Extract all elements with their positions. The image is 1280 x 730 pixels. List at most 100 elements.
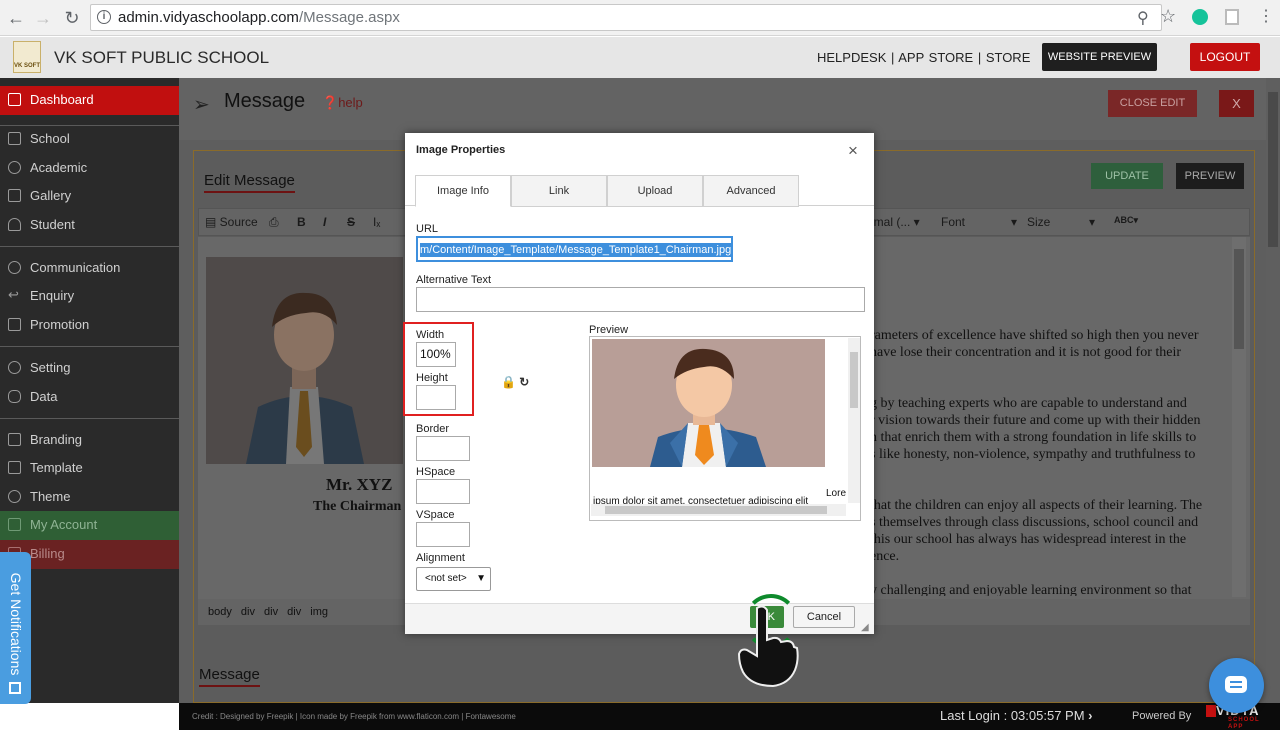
sidebar-item-enquiry[interactable]: ↩ Enquiry (0, 282, 179, 310)
border-input[interactable] (416, 436, 470, 461)
back-arrow-icon[interactable]: ← (5, 7, 27, 29)
alt-text-input[interactable] (416, 287, 865, 312)
brush-icon (8, 433, 21, 446)
sidebar-item-academic[interactable]: Academic (0, 154, 179, 182)
menu-kebab-icon[interactable]: ⋮ (1258, 6, 1274, 26)
hspace-input[interactable] (416, 479, 470, 504)
close-x-button[interactable]: X (1219, 90, 1254, 117)
tab-upload[interactable]: Upload (607, 175, 703, 207)
logout-button[interactable]: LOGOUT (1190, 43, 1260, 71)
body-line: this our school has always has widesprea… (870, 532, 1187, 547)
sidebar-item-communication[interactable]: Communication (0, 254, 179, 282)
sidebar-item-data[interactable]: Data (0, 383, 179, 411)
url-input[interactable]: m/Content/Image_Template/Message_Templat… (416, 236, 733, 262)
footer: Credit : Designed by Freepik | Icon made… (179, 703, 1280, 730)
school-icon (8, 132, 21, 145)
page-scrollbar[interactable] (1266, 78, 1280, 703)
sidebar-item-label: My Account (30, 517, 98, 532)
sidebar-item-template[interactable]: Template (0, 454, 179, 482)
edit-message-heading: Edit Message (204, 172, 295, 193)
bold-button[interactable]: B (297, 215, 306, 229)
body-line: g by teaching experts who are capable to… (870, 396, 1187, 411)
bookmark-star-icon[interactable]: ☆ (1160, 6, 1176, 27)
preview-scrollbar-h[interactable] (591, 504, 846, 516)
url-text[interactable]: admin.vidyaschoolapp.com/Message.aspx (118, 9, 400, 26)
school-logo: VK SOFT (13, 41, 41, 73)
extension-icon[interactable] (1225, 9, 1239, 25)
close-icon[interactable]: × (848, 141, 858, 161)
tab-advanced[interactable]: Advanced (703, 175, 799, 207)
page-scrollbar-thumb[interactable] (1268, 92, 1278, 247)
vspace-input[interactable] (416, 522, 470, 547)
remove-format-icon[interactable]: Iₓ (373, 215, 380, 229)
sidebar-item-promotion[interactable]: Promotion (0, 311, 179, 339)
dialog-tabs: Image Info Link Upload Advanced (405, 173, 874, 207)
body-line: s themselves through class discussions, … (870, 515, 1199, 530)
editor-scrollbar[interactable] (1232, 237, 1246, 597)
chevron-down-icon: ▼ (476, 573, 486, 584)
info-icon[interactable]: i (97, 10, 111, 24)
preview-button[interactable]: PREVIEW (1176, 163, 1244, 189)
reset-size-icon[interactable]: ↻ (519, 375, 529, 389)
image-icon (8, 189, 21, 202)
resize-handle-icon[interactable]: ◢ (861, 622, 869, 633)
preview-scrollbar-thumb[interactable] (850, 352, 858, 408)
dashboard-icon (8, 93, 21, 106)
forward-arrow-icon[interactable]: → (32, 7, 54, 29)
sidebar-item-label: Setting (30, 360, 71, 375)
close-edit-button[interactable]: CLOSE EDIT (1108, 90, 1197, 117)
alignment-label: Alignment (416, 552, 465, 564)
ratio-controls: 🔒 ↻ (501, 375, 529, 389)
tab-link[interactable]: Link (511, 175, 607, 207)
cancel-button[interactable]: Cancel (793, 606, 855, 628)
strikethrough-button[interactable]: S (347, 215, 355, 229)
font-dropdown[interactable]: Font ▾ (941, 215, 1021, 229)
italic-button[interactable]: I (323, 215, 326, 229)
student-icon (8, 218, 21, 231)
width-input[interactable]: 100% (416, 342, 456, 367)
preview-text: Lore (826, 488, 847, 499)
helpdesk-link[interactable]: HELPDESK (817, 50, 886, 65)
preview-scrollbar-thumb[interactable] (605, 506, 827, 514)
sidebar-item-school[interactable]: School (0, 125, 179, 153)
chairman-image[interactable] (206, 257, 403, 464)
lock-icon[interactable]: 🔒 (501, 375, 516, 389)
height-input[interactable] (416, 385, 456, 410)
page-title: Message (224, 90, 306, 112)
sidebar-item-setting[interactable]: Setting (0, 354, 179, 382)
store-link[interactable]: STORE (986, 50, 1031, 65)
browser-toolbar: ← → ↻ i admin.vidyaschoolapp.com/Message… (0, 0, 1280, 36)
reload-icon[interactable]: ↻ (61, 7, 83, 29)
website-preview-button[interactable]: WEBSITE PREVIEW (1042, 43, 1157, 71)
update-button[interactable]: UPDATE (1091, 163, 1163, 189)
zoom-icon[interactable]: ⚲ (1137, 8, 1149, 28)
grammarly-icon[interactable] (1192, 9, 1208, 25)
sidebar-item-student[interactable]: Student (0, 211, 179, 239)
preview-scrollbar-v[interactable] (848, 338, 860, 503)
url-host: admin.vidyaschoolapp.com (118, 9, 299, 26)
tab-image-info[interactable]: Image Info (415, 175, 511, 207)
editor-scrollbar-thumb[interactable] (1234, 249, 1244, 349)
sidebar-item-label: Template (30, 460, 83, 475)
sidebar-item-dashboard[interactable]: Dashboard (0, 86, 179, 115)
address-bar[interactable]: i admin.vidyaschoolapp.com/Message.aspx … (90, 4, 1162, 31)
get-notifications-tab[interactable]: Get Notifications (0, 552, 31, 704)
help-link[interactable]: ❓help (322, 95, 363, 111)
source-icon: ▤ (205, 215, 220, 229)
sidebar-item-branding[interactable]: Branding (0, 426, 179, 454)
spellcheck-label: ABC (1114, 215, 1134, 225)
size-dropdown[interactable]: Size ▾ (1027, 215, 1099, 229)
chat-button[interactable] (1209, 658, 1264, 713)
spellcheck-button[interactable]: ABC▾ (1114, 215, 1138, 226)
image-properties-dialog: Image Properties × Image Info Link Uploa… (403, 133, 874, 634)
database-icon (8, 390, 21, 403)
sidebar-item-gallery[interactable]: Gallery (0, 182, 179, 210)
source-button[interactable]: ▤ Source (205, 215, 258, 229)
print-icon[interactable]: ⎙ (269, 215, 279, 230)
sidebar-item-my-account[interactable]: My Account (0, 511, 179, 540)
sidebar-item-label: Gallery (30, 188, 72, 203)
message-heading: Message (199, 666, 260, 687)
alignment-select[interactable]: <not set> ▼ (416, 567, 491, 591)
app-store-link[interactable]: APP STORE (898, 50, 973, 65)
sidebar-item-theme[interactable]: Theme (0, 483, 179, 511)
